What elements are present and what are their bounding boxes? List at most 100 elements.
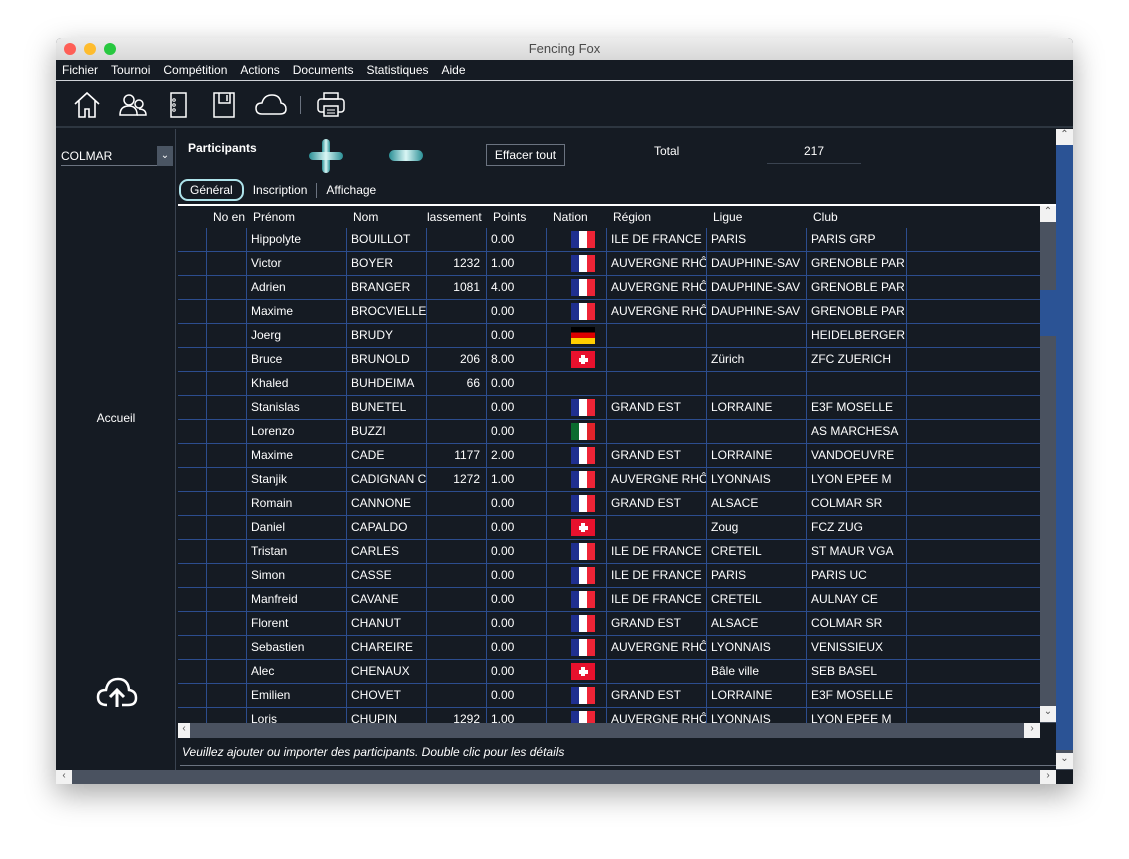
row-header[interactable]: [178, 324, 207, 347]
row-header[interactable]: [178, 300, 207, 323]
row-header[interactable]: [178, 444, 207, 467]
clear-all-button[interactable]: Effacer tout: [486, 144, 565, 166]
outer-horizontal-scrollbar[interactable]: ‹ ›: [56, 770, 1056, 784]
cell-points: 0.00: [487, 396, 547, 419]
row-header[interactable]: [178, 540, 207, 563]
scroll-right-icon[interactable]: ›: [1040, 770, 1056, 784]
menu-actions[interactable]: Actions: [240, 60, 279, 80]
table-row[interactable]: Victor BOYER 1232 1.00 AUVERGNE RHÔ DAUPHINE-…: [178, 252, 1040, 276]
outer-vertical-scrollbar[interactable]: ⌃ ⌄: [1056, 129, 1073, 770]
menu-documents[interactable]: Documents: [293, 60, 354, 80]
column-header[interactable]: Prénom: [247, 206, 347, 228]
cell-classement: 66: [427, 372, 487, 395]
column-header[interactable]: Club: [807, 206, 907, 228]
row-header[interactable]: [178, 396, 207, 419]
table-row[interactable]: Adrien BRANGER 1081 4.00 AUVERGNE RHÔ DAUPHIN…: [178, 276, 1040, 300]
table-row[interactable]: Daniel CAPALDO 0.00 Zoug FCZ ZUG: [178, 516, 1040, 540]
menu-competition[interactable]: Compétition: [163, 60, 227, 80]
table-row[interactable]: Lorenzo BUZZI 0.00 AS MARCHESA: [178, 420, 1040, 444]
column-header[interactable]: Nation: [547, 206, 607, 228]
scroll-down-icon[interactable]: ⌄: [1040, 706, 1056, 722]
zoom-button[interactable]: [104, 43, 116, 55]
cell-club: HEIDELBERGER: [807, 324, 907, 347]
table-row[interactable]: Stanjik CADIGNAN C 1272 1.00 AUVERGNE RHÔ LYO…: [178, 468, 1040, 492]
row-header[interactable]: [178, 492, 207, 515]
table-row[interactable]: Sebastien CHAREIRE 0.00 AUVERGNE RHÔ LYONNAI…: [178, 636, 1040, 660]
minimize-button[interactable]: [84, 43, 96, 55]
cloud-icon[interactable]: [254, 90, 288, 120]
table-row[interactable]: Emilien CHOVET 0.00 GRAND EST LORRAINE E3F MO…: [178, 684, 1040, 708]
notebook-icon[interactable]: [163, 90, 193, 120]
row-header[interactable]: [178, 612, 207, 635]
plus-icon[interactable]: [308, 138, 344, 174]
cell-ligue: DAUPHINE-SAV: [707, 276, 807, 299]
cell-nom: BUNETEL: [347, 396, 427, 419]
table-row[interactable]: Romain CANNONE 0.00 GRAND EST ALSACE COLMAR S…: [178, 492, 1040, 516]
menu-tournoi[interactable]: Tournoi: [111, 60, 150, 80]
cell-club: VANDOEUVRE: [807, 444, 907, 467]
table-horizontal-scrollbar[interactable]: ‹ ›: [178, 723, 1040, 738]
table-row[interactable]: Alec CHENAUX 0.00 Bâle ville SEB BASEL: [178, 660, 1040, 684]
row-header[interactable]: [178, 516, 207, 539]
tab-inscription[interactable]: Inscription: [244, 181, 317, 199]
row-header[interactable]: [178, 588, 207, 611]
menu-fichier[interactable]: Fichier: [62, 60, 98, 80]
cell-classement: 1272: [427, 468, 487, 491]
scroll-up-icon[interactable]: ⌃: [1040, 206, 1056, 222]
users-icon[interactable]: [118, 90, 148, 120]
tab-affichage[interactable]: Affichage: [317, 181, 385, 199]
column-header[interactable]: No en: [207, 206, 247, 228]
table-row[interactable]: Manfreid CAVANE 0.00 ILE DE FRANCE CRETEIL AU…: [178, 588, 1040, 612]
row-header[interactable]: [178, 684, 207, 707]
row-header[interactable]: [178, 252, 207, 275]
row-header[interactable]: [178, 420, 207, 443]
row-header[interactable]: [178, 228, 207, 251]
table-row[interactable]: Khaled BUHDEIMA 66 0.00: [178, 372, 1040, 396]
column-header[interactable]: Nom: [347, 206, 427, 228]
minus-icon[interactable]: [388, 148, 424, 164]
scroll-thumb[interactable]: [1040, 290, 1056, 336]
column-header[interactable]: Points: [487, 206, 547, 228]
cell-nation: [547, 492, 607, 515]
close-button[interactable]: [64, 43, 76, 55]
table-row[interactable]: Joerg BRUDY 0.00 HEIDELBERGER: [178, 324, 1040, 348]
column-header[interactable]: lassement: [427, 206, 487, 228]
table-row[interactable]: Bruce BRUNOLD 206 8.00 Zürich ZFC ZUERICH: [178, 348, 1040, 372]
cell-points: 0.00: [487, 492, 547, 515]
table-row[interactable]: Maxime BROCVIELLE 0.00 AUVERGNE RHÔ DAUPHINE…: [178, 300, 1040, 324]
table-row[interactable]: Maxime CADE 1177 2.00 GRAND EST LORRAINE VANDO…: [178, 444, 1040, 468]
tab-general[interactable]: Général: [179, 179, 244, 201]
tournament-select[interactable]: COLMAR ⌄: [61, 146, 173, 166]
scroll-up-icon[interactable]: ⌃: [1056, 129, 1073, 145]
toolbar: [56, 82, 1073, 128]
table-vertical-scrollbar[interactable]: ⌃ ⌄: [1040, 206, 1056, 723]
row-header[interactable]: [178, 564, 207, 587]
cloud-upload-icon[interactable]: [96, 675, 138, 709]
scroll-right-icon[interactable]: ›: [1024, 723, 1040, 738]
scroll-down-icon[interactable]: ⌄: [1056, 753, 1073, 769]
row-header[interactable]: [178, 660, 207, 683]
chevron-down-icon[interactable]: ⌄: [157, 146, 173, 166]
print-icon[interactable]: [316, 90, 346, 120]
row-header[interactable]: [178, 276, 207, 299]
cell-ligue: PARIS: [707, 228, 807, 251]
column-header[interactable]: Ligue: [707, 206, 807, 228]
scroll-left-icon[interactable]: ‹: [56, 770, 72, 784]
save-icon[interactable]: [209, 90, 239, 120]
table-row[interactable]: Hippolyte BOUILLOT 0.00 ILE DE FRANCE PARIS P…: [178, 228, 1040, 252]
accueil-link[interactable]: Accueil: [56, 411, 176, 425]
scroll-left-icon[interactable]: ‹: [178, 723, 190, 738]
menu-aide[interactable]: Aide: [442, 60, 466, 80]
row-header[interactable]: [178, 636, 207, 659]
row-header[interactable]: [178, 372, 207, 395]
table-row[interactable]: Tristan CARLES 0.00 ILE DE FRANCE CRETEIL ST …: [178, 540, 1040, 564]
table-row[interactable]: Stanislas BUNETEL 0.00 GRAND EST LORRAINE E3F…: [178, 396, 1040, 420]
cell-classement: [427, 564, 487, 587]
column-header[interactable]: Région: [607, 206, 707, 228]
row-header[interactable]: [178, 348, 207, 371]
table-row[interactable]: Florent CHANUT 0.00 GRAND EST ALSACE COLMAR S…: [178, 612, 1040, 636]
menu-statistiques[interactable]: Statistiques: [366, 60, 428, 80]
row-header[interactable]: [178, 468, 207, 491]
table-row[interactable]: Simon CASSE 0.00 ILE DE FRANCE PARIS PARIS UC: [178, 564, 1040, 588]
home-icon[interactable]: [72, 90, 102, 120]
